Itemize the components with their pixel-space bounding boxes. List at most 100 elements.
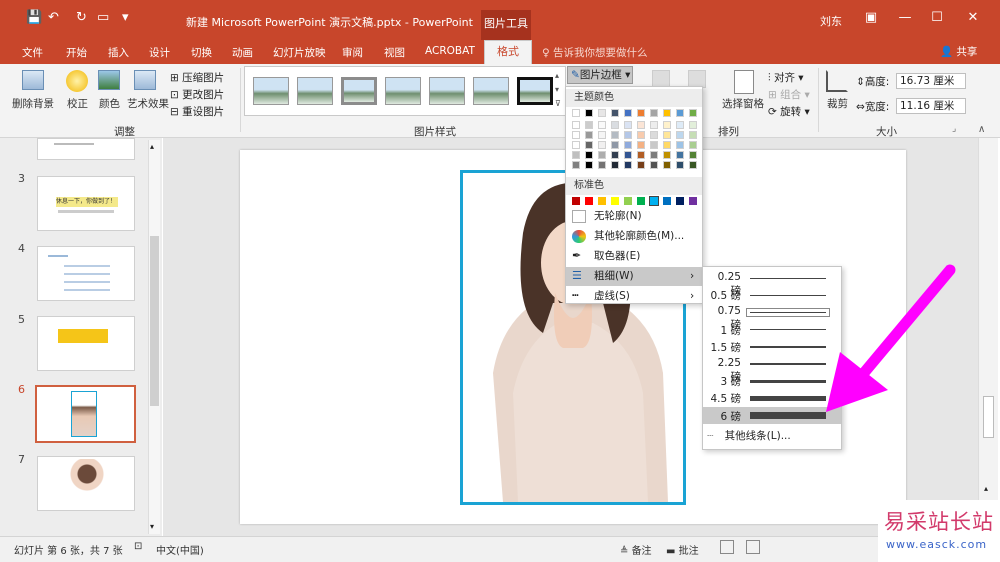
theme-color-swatch[interactable] xyxy=(689,141,697,149)
theme-color-swatch[interactable] xyxy=(650,161,658,169)
picture-style-4[interactable] xyxy=(385,77,421,105)
rotate-button[interactable]: ⟳ 旋转 ▾ xyxy=(768,104,810,119)
scroll-up-icon[interactable]: ▴ xyxy=(150,142,154,151)
slide-thumbnail-2[interactable] xyxy=(37,138,135,160)
standard-color-swatch[interactable] xyxy=(585,197,593,205)
theme-color-swatch[interactable] xyxy=(598,151,606,159)
tab-design[interactable]: 设计 xyxy=(149,45,170,60)
tab-animations[interactable]: 动画 xyxy=(232,45,253,60)
notes-button[interactable]: ≜ 备注 xyxy=(620,542,652,557)
theme-color-swatch[interactable] xyxy=(585,121,593,129)
theme-color-swatch[interactable] xyxy=(663,151,671,159)
crop-button[interactable]: 裁剪 xyxy=(827,96,848,111)
theme-color-swatch[interactable] xyxy=(663,141,671,149)
color-button[interactable]: 颜色 xyxy=(99,96,120,111)
slide-sorter-icon[interactable] xyxy=(746,540,760,554)
theme-color-swatch[interactable] xyxy=(572,151,580,159)
corrections-icon[interactable] xyxy=(66,70,88,92)
remove-background-icon[interactable] xyxy=(22,70,44,90)
theme-color-swatch[interactable] xyxy=(676,161,684,169)
theme-color-swatch[interactable] xyxy=(598,121,606,129)
theme-color-swatch[interactable] xyxy=(689,151,697,159)
theme-color-swatch[interactable] xyxy=(637,131,645,139)
thumbnail-scrollbar[interactable]: ▴ ▾ xyxy=(148,140,160,534)
standard-color-swatch[interactable] xyxy=(572,197,580,205)
corrections-button[interactable]: 校正 xyxy=(67,96,88,111)
theme-color-swatch[interactable] xyxy=(650,121,658,129)
tab-slideshow[interactable]: 幻灯片放映 xyxy=(273,45,326,60)
theme-color-swatch[interactable] xyxy=(624,151,632,159)
theme-color-swatch[interactable] xyxy=(598,131,606,139)
comments-button[interactable]: ▬ 批注 xyxy=(666,542,699,557)
theme-color-swatch[interactable] xyxy=(585,141,593,149)
group-button[interactable]: ⊞ 组合 ▾ xyxy=(768,87,810,102)
maximize-button[interactable]: ☐ xyxy=(922,10,952,25)
theme-color-swatch[interactable] xyxy=(572,121,580,129)
theme-color-swatch[interactable] xyxy=(650,131,658,139)
picture-style-3[interactable] xyxy=(341,77,377,105)
picture-style-1[interactable] xyxy=(253,77,289,105)
scroll-up-icon[interactable]: ▴ xyxy=(984,484,988,493)
artistic-effects-icon[interactable] xyxy=(134,70,156,90)
scroll-down-icon[interactable]: ▾ xyxy=(150,522,154,531)
theme-color-swatch[interactable] xyxy=(572,131,580,139)
theme-color-swatch[interactable] xyxy=(611,121,619,129)
theme-color-swatch[interactable] xyxy=(585,131,593,139)
scroll-thumb[interactable] xyxy=(150,236,159,406)
remove-background-button[interactable]: 删除背景 xyxy=(12,96,54,111)
theme-color-swatch[interactable] xyxy=(663,131,671,139)
theme-color-swatch[interactable] xyxy=(585,161,593,169)
standard-color-swatch[interactable] xyxy=(611,197,619,205)
slide-thumbnail-4[interactable] xyxy=(37,246,135,301)
theme-color-swatch[interactable] xyxy=(676,109,684,117)
size-dialog-launcher-icon[interactable]: ⌟ xyxy=(952,124,956,134)
theme-color-swatch[interactable] xyxy=(572,109,580,117)
standard-color-swatch[interactable] xyxy=(598,197,606,205)
theme-color-swatch[interactable] xyxy=(689,121,697,129)
gallery-scroll-icon[interactable]: ▴ ▾ ⊽ xyxy=(555,69,565,113)
theme-color-swatch[interactable] xyxy=(676,121,684,129)
theme-color-swatch[interactable] xyxy=(650,151,658,159)
slide-thumbnail-5[interactable] xyxy=(37,316,135,371)
standard-color-swatch[interactable] xyxy=(676,197,684,205)
tab-review[interactable]: 审阅 xyxy=(342,45,363,60)
tab-insert[interactable]: 插入 xyxy=(108,45,129,60)
theme-color-swatch[interactable] xyxy=(637,161,645,169)
standard-color-swatch[interactable] xyxy=(649,196,659,206)
main-scrollbar[interactable]: ▴ ▾ xyxy=(978,138,998,536)
theme-color-swatch[interactable] xyxy=(598,141,606,149)
change-picture-button[interactable]: ⊡ 更改图片 xyxy=(170,87,224,102)
picture-style-2[interactable] xyxy=(297,77,333,105)
language[interactable]: 中文(中国) xyxy=(156,542,204,557)
standard-color-swatch[interactable] xyxy=(689,197,697,205)
tab-home[interactable]: 开始 xyxy=(66,45,87,60)
theme-color-swatch[interactable] xyxy=(676,131,684,139)
height-input[interactable]: 16.73 厘米 xyxy=(896,73,966,89)
minimize-button[interactable]: — xyxy=(890,10,920,25)
theme-color-swatch[interactable] xyxy=(650,109,658,117)
theme-color-swatch[interactable] xyxy=(585,109,593,117)
theme-color-swatch[interactable] xyxy=(624,121,632,129)
tab-acrobat[interactable]: ACROBAT xyxy=(425,45,475,57)
standard-color-swatch[interactable] xyxy=(624,197,632,205)
artistic-effects-button[interactable]: 艺术效果 xyxy=(127,96,169,111)
close-button[interactable]: ✕ xyxy=(958,10,988,25)
tab-file[interactable]: 文件 xyxy=(22,45,43,60)
theme-color-swatch[interactable] xyxy=(663,121,671,129)
reset-picture-button[interactable]: ⊟ 重设图片 xyxy=(170,104,224,119)
compress-pictures-button[interactable]: ⊞ 压缩图片 xyxy=(170,70,224,85)
normal-view-icon[interactable] xyxy=(720,540,734,554)
theme-color-swatch[interactable] xyxy=(624,131,632,139)
theme-color-swatch[interactable] xyxy=(572,141,580,149)
weight-item[interactable]: ☰ 粗细(W) › xyxy=(566,267,702,286)
dashes-item[interactable]: ┅ 虚线(S) › xyxy=(566,287,702,306)
picture-style-6[interactable] xyxy=(473,77,509,105)
slide-thumbnail-7[interactable] xyxy=(37,456,135,511)
share-button[interactable]: 👤 共享 xyxy=(940,44,977,59)
theme-color-swatch[interactable] xyxy=(689,161,697,169)
theme-color-swatch[interactable] xyxy=(611,141,619,149)
more-outline-colors-item[interactable]: 其他轮廓颜色(M)... xyxy=(566,227,702,246)
color-icon[interactable] xyxy=(98,70,120,90)
slide-thumbnail-3[interactable]: 休息一下，你做到了！ xyxy=(37,176,135,231)
theme-color-swatch[interactable] xyxy=(572,161,580,169)
